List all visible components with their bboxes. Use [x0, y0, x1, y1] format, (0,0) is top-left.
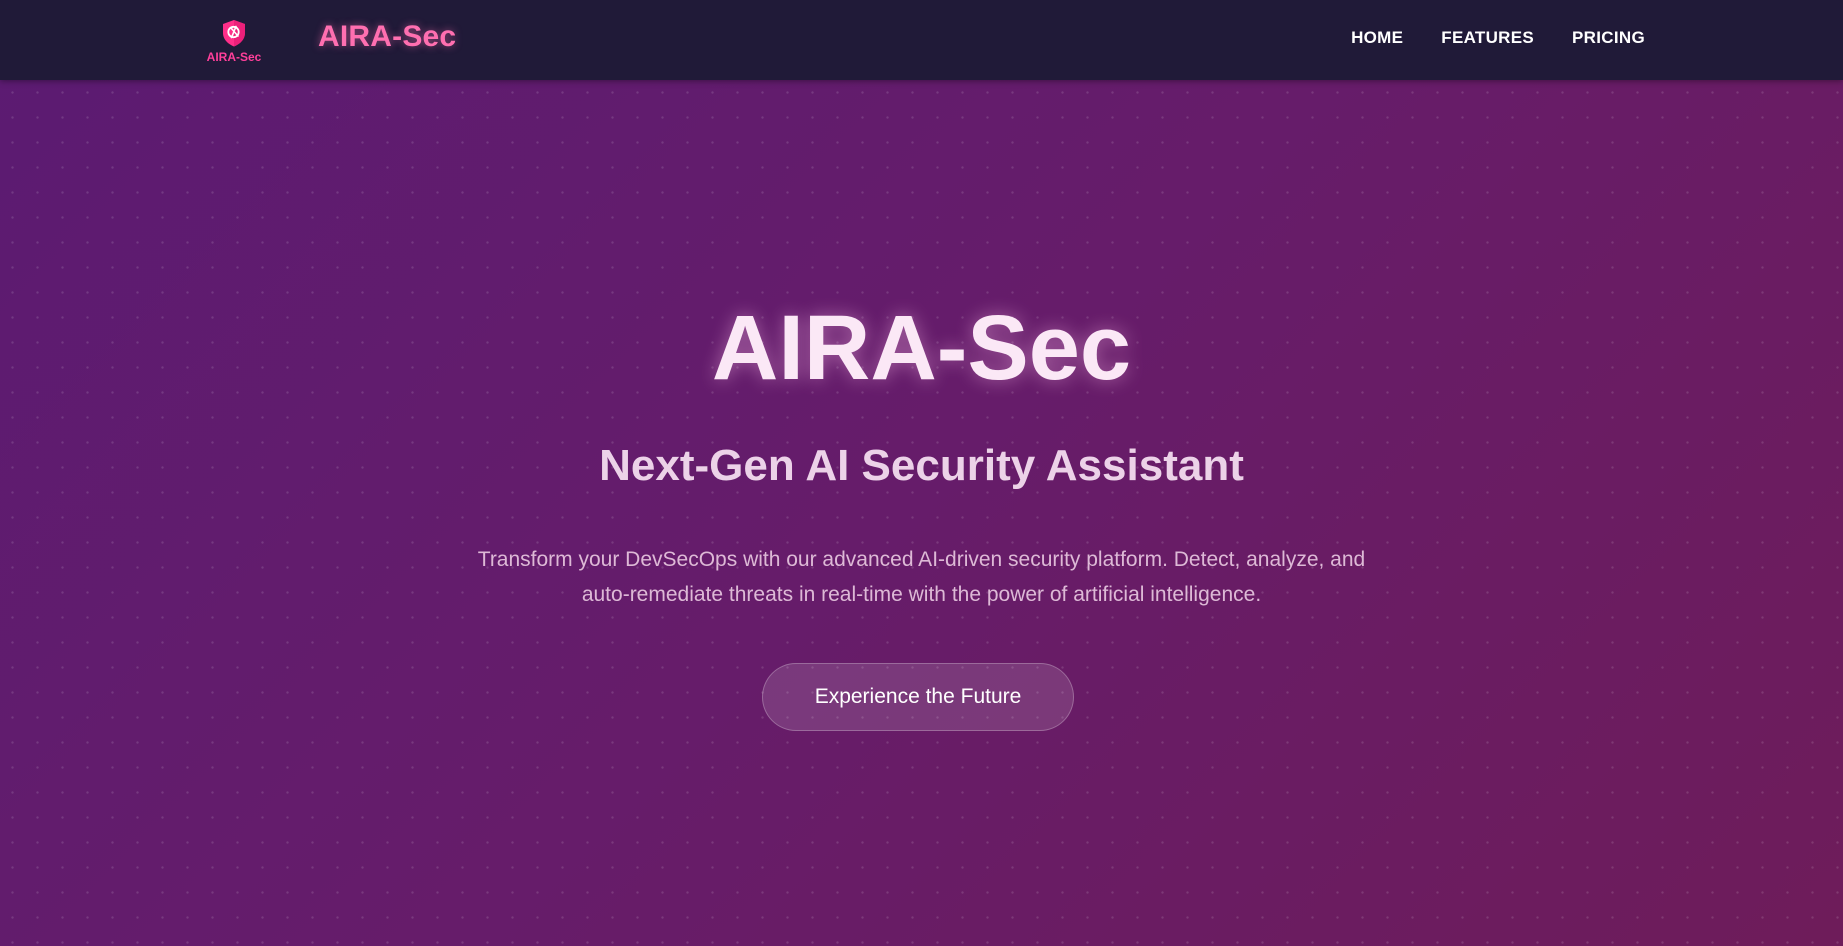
brand-name[interactable]: AIRA-Sec: [318, 20, 456, 54]
logo-text: AIRA-Sec: [206, 50, 262, 64]
hero-subtitle: Next-Gen AI Security Assistant: [599, 441, 1244, 490]
dot-pattern-background: [0, 80, 1843, 946]
logo[interactable]: AIRA-Sec: [203, 18, 265, 68]
nav-link-home[interactable]: HOME: [1351, 28, 1403, 48]
nav-link-pricing[interactable]: PRICING: [1572, 28, 1645, 48]
nav-menu: HOME FEATURES PRICING: [1351, 28, 1645, 48]
hero-title: AIRA-Sec: [711, 297, 1132, 399]
hero-description: Transform your DevSecOps with our advanc…: [477, 548, 1366, 606]
nav-link-features[interactable]: FEATURES: [1441, 28, 1534, 48]
shield-icon: [223, 20, 245, 47]
experience-future-button[interactable]: Experience the Future: [762, 663, 1074, 731]
navbar: AIRA-Sec AIRA-Sec HOME FEATURES PRICING: [0, 0, 1843, 80]
